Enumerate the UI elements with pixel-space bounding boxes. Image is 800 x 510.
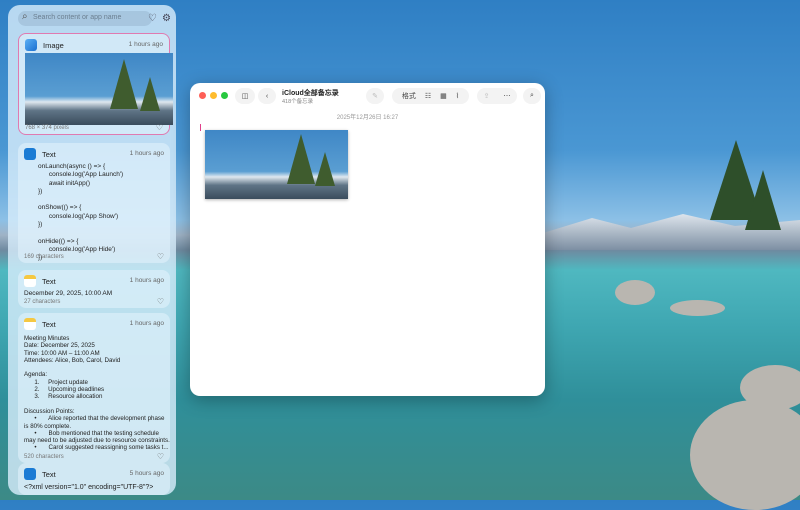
back-chevron-icon[interactable]: ‹: [258, 88, 276, 104]
heart-icon[interactable]: ♡: [157, 297, 164, 306]
clip-type: Text: [42, 149, 56, 159]
clip-time: 1 hours ago: [128, 41, 163, 48]
clip-type: Text: [42, 469, 56, 479]
clip-card-text[interactable]: Text 1 hours ago Meeting Minutes Date: D…: [18, 313, 170, 463]
clip-time: 1 hours ago: [129, 320, 164, 327]
compose-icon[interactable]: ✎: [366, 88, 384, 104]
finder-app-icon: [25, 39, 37, 51]
clip-card-text[interactable]: Text 1 hours ago onLaunch(async () => { …: [18, 143, 170, 263]
attachment-icon[interactable]: ⌇: [456, 92, 459, 100]
clip-time: 1 hours ago: [129, 150, 164, 157]
vscode-app-icon: [24, 468, 36, 480]
format-toolbar: 格式 ☷ ▦ ⌇: [392, 88, 469, 104]
clip-card-text[interactable]: Text 1 hours ago December 29, 2025, 10:0…: [18, 270, 170, 308]
desktop-rock: [690, 400, 800, 510]
clip-type: Text: [42, 276, 56, 286]
clip-footer: 27 characters: [24, 299, 61, 305]
clip-time: 5 hours ago: [129, 470, 164, 477]
clip-footer: 169 characters: [24, 254, 64, 260]
notes-app-icon: [24, 318, 36, 330]
share-more-group: ⇪ ⋯: [477, 88, 517, 104]
notes-app-icon: [24, 275, 36, 287]
search-input[interactable]: Search content or app name: [18, 11, 152, 26]
sidebar-toggle-icon[interactable]: ◫: [235, 88, 255, 104]
search-icon[interactable]: ⌕: [523, 88, 541, 104]
heart-icon[interactable]: ♡: [157, 252, 164, 261]
clip-image-thumbnail: [25, 53, 173, 125]
note-count: 418个备忘录: [282, 99, 314, 105]
clip-type: Text: [42, 319, 56, 329]
table-icon[interactable]: ▦: [440, 92, 447, 100]
clip-footer: 768 × 374 pixels: [25, 125, 69, 131]
checklist-icon[interactable]: ☷: [425, 92, 431, 100]
clip-time: 1 hours ago: [129, 277, 164, 284]
desktop-rock: [670, 300, 725, 316]
settings-gear-icon[interactable]: ⚙: [162, 13, 171, 24]
note-date: 2025年12月26日 16:27: [336, 115, 399, 121]
text-cursor: [200, 124, 201, 131]
clip-card-text[interactable]: Text 5 hours ago <?xml version="1.0" enc…: [18, 463, 170, 495]
desktop-rock: [615, 280, 655, 305]
vscode-app-icon: [24, 148, 36, 160]
heart-icon[interactable]: ♡: [157, 452, 164, 461]
desktop-tree: [745, 170, 781, 230]
more-icon[interactable]: ⋯: [503, 92, 510, 100]
clip-content: onLaunch(async () => { console.log('App …: [38, 163, 124, 262]
clip-content: Meeting Minutes Date: December 25, 2025 …: [24, 335, 170, 452]
share-icon[interactable]: ⇪: [484, 92, 490, 100]
format-button[interactable]: 格式: [402, 91, 416, 101]
note-image[interactable]: [205, 130, 348, 199]
minimize-button[interactable]: [210, 92, 217, 99]
heart-icon[interactable]: ♡: [156, 123, 163, 132]
clip-type: Image: [43, 40, 64, 50]
clip-content: <?xml version="1.0" encoding="UTF-8"?>: [24, 484, 154, 491]
favorites-heart-icon[interactable]: ♡: [148, 13, 157, 24]
close-button[interactable]: [199, 92, 206, 99]
zoom-button[interactable]: [221, 92, 228, 99]
clipboard-panel: Search content or app name ♡ ⚙ Image 1 h…: [8, 5, 176, 495]
notes-window: ◫ ‹ iCloud全部备忘录 418个备忘录 ✎ 格式 ☷ ▦ ⌇ ⇪ ⋯ ⌕ …: [190, 83, 545, 396]
clip-footer: 520 characters: [24, 454, 64, 460]
clip-card-image[interactable]: Image 1 hours ago 768 × 374 pixels ♡: [18, 33, 173, 135]
clip-content: December 29, 2025, 10:00 AM: [24, 290, 113, 297]
